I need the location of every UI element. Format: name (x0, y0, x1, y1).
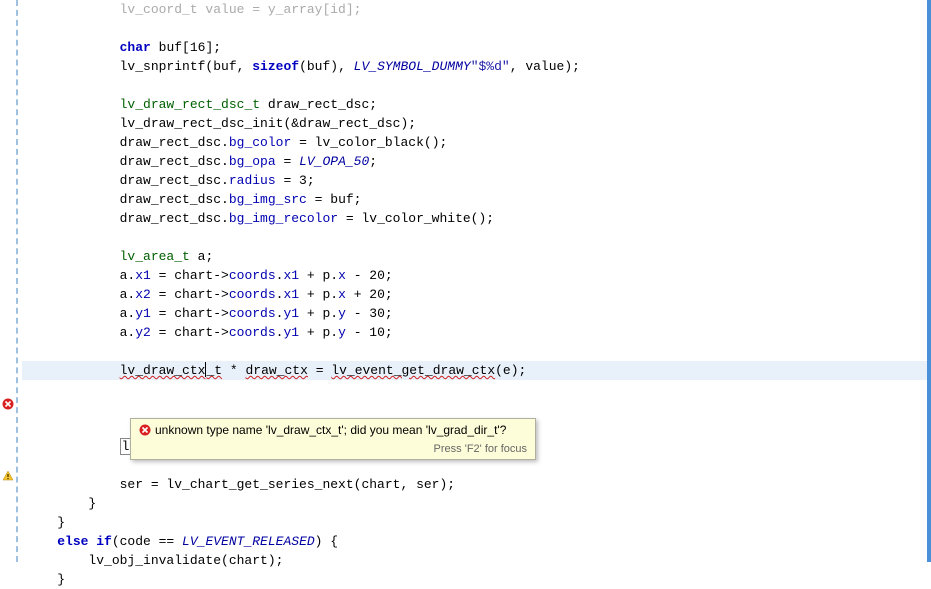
error-tooltip[interactable]: unknown type name 'lv_draw_ctx_t'; did y… (130, 418, 536, 460)
code-line[interactable]: draw_rect_dsc.bg_opa = LV_OPA_50; (22, 152, 927, 171)
code-line[interactable]: lv_obj_invalidate(chart); (22, 551, 927, 570)
code-line[interactable]: ser = lv_chart_get_series_next(chart, se… (22, 475, 927, 494)
code-line-error[interactable]: lv_draw_ctx_t * draw_ctx = lv_event_get_… (22, 361, 927, 380)
code-line[interactable]: lv_snprintf(buf, sizeof(buf), LV_SYMBOL_… (22, 57, 927, 76)
code-line[interactable] (22, 380, 927, 399)
code-line[interactable]: lv_area_t a; (22, 247, 927, 266)
code-line[interactable]: lv_draw_rect_dsc_t draw_rect_dsc; (22, 95, 927, 114)
code-line[interactable]: draw_rect_dsc.bg_img_recolor = lv_color_… (22, 209, 927, 228)
code-line[interactable] (22, 76, 927, 95)
code-line[interactable] (22, 228, 927, 247)
code-line[interactable]: a.x2 = chart->coords.x1 + p.x + 20; (22, 285, 927, 304)
code-line[interactable]: char buf[16]; (22, 38, 927, 57)
error-icon[interactable] (2, 398, 14, 410)
tooltip-message: unknown type name 'lv_draw_ctx_t'; did y… (155, 423, 506, 437)
text-cursor (205, 362, 206, 377)
code-line[interactable]: } (22, 570, 927, 589)
code-line[interactable]: lv_draw_rect_dsc_init(&draw_rect_dsc); (22, 114, 927, 133)
code-line[interactable]: draw_rect_dsc.bg_color = lv_color_black(… (22, 133, 927, 152)
tooltip-message-row: unknown type name 'lv_draw_ctx_t'; did y… (131, 419, 535, 441)
code-line[interactable]: a.x1 = chart->coords.x1 + p.x - 20; (22, 266, 927, 285)
code-line[interactable]: } (22, 513, 927, 532)
code-line[interactable] (22, 342, 927, 361)
code-line[interactable]: else if(code == LV_EVENT_RELEASED) { (22, 532, 927, 551)
code-line[interactable]: a.y2 = chart->coords.y1 + p.y - 10; (22, 323, 927, 342)
code-line[interactable] (22, 399, 927, 418)
code-line[interactable]: lv_coord_t value = y_array[id]; (22, 0, 927, 19)
warning-icon[interactable] (2, 470, 14, 482)
editor-content[interactable]: lv_coord_t value = y_array[id]; char buf… (16, 0, 931, 562)
code-line[interactable]: } (22, 494, 927, 513)
code-line[interactable]: a.y1 = chart->coords.y1 + p.y - 30; (22, 304, 927, 323)
code-line[interactable]: draw_rect_dsc.radius = 3; (22, 171, 927, 190)
code-line[interactable] (22, 19, 927, 38)
code-editor[interactable]: lv_coord_t value = y_array[id]; char buf… (0, 0, 931, 562)
error-icon (139, 424, 151, 436)
code-line[interactable]: draw_rect_dsc.bg_img_src = buf; (22, 190, 927, 209)
tooltip-hint: Press 'F2' for focus (131, 441, 535, 459)
gutter (0, 0, 16, 562)
